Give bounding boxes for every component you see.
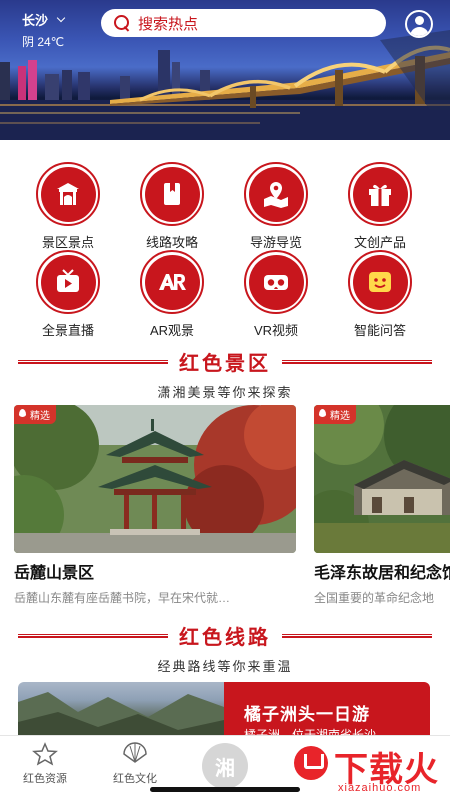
hero-banner: 长沙 阴 24℃ 搜索热点 — [0, 0, 450, 140]
category-label: AR观景 — [149, 323, 195, 338]
tab-label: 红色资源 — [23, 773, 67, 785]
user-avatar-icon[interactable] — [405, 10, 433, 38]
section-scenic-header: 红色景区 潇湘美景等你来探索 — [0, 347, 450, 401]
section-subtitle: 经典路线等你来重温 — [157, 659, 293, 674]
scenic-gate-icon — [57, 183, 79, 205]
location-weather[interactable]: 长沙 阴 24℃ — [22, 10, 66, 50]
category-ar[interactable]: AR观景 — [122, 250, 222, 339]
category-label: 景区景点 — [41, 235, 94, 250]
fan-icon — [123, 742, 147, 763]
guide-book-icon — [164, 183, 180, 205]
vr-goggles-icon — [264, 275, 288, 290]
title-divider — [18, 360, 168, 364]
download-icon — [294, 746, 328, 780]
watermark-logo: 下载火 xiazaihuo.com — [280, 738, 450, 800]
category-label: 全景直播 — [41, 323, 94, 338]
category-tour-guide[interactable]: 导游导览 — [226, 162, 326, 251]
tab-red-culture[interactable]: 红色文化 — [90, 736, 180, 786]
category-routes[interactable]: 线路攻略 — [122, 162, 222, 251]
map-pin-icon — [264, 182, 288, 208]
scenic-card[interactable]: 精选 毛泽东故居和纪念馆 全国重要的革命纪念地 — [314, 405, 450, 605]
section-routes-header: 红色线路 经典路线等你来重温 — [0, 621, 450, 675]
title-divider — [282, 360, 432, 364]
title-divider — [18, 634, 168, 638]
search-placeholder: 搜索热点 — [138, 15, 199, 33]
category-vr[interactable]: VR视频 — [226, 250, 326, 339]
city-label: 长沙 — [22, 13, 49, 28]
scenic-name: 毛泽东故居和纪念馆 — [314, 565, 450, 582]
category-label: 线路攻略 — [145, 235, 198, 250]
category-live[interactable]: 全景直播 — [18, 250, 118, 339]
watermark-url: xiazaihuo.com — [338, 782, 422, 794]
scenic-card[interactable]: 精选 岳麓山景区 岳麓山东麓有座岳麓书院，早在宋代就… — [14, 405, 296, 605]
gift-box-icon — [369, 184, 391, 206]
scenic-photo: 精选 — [14, 405, 296, 553]
category-scenic[interactable]: 景区景点 — [18, 162, 118, 251]
category-label: VR视频 — [253, 323, 299, 338]
scenic-desc: 岳麓山东麓有座岳麓书院，早在宋代就… — [14, 591, 231, 605]
live-tv-icon — [57, 269, 79, 292]
route-photo — [18, 682, 224, 742]
scenic-desc: 全国重要的革命纪念地 — [314, 591, 435, 605]
featured-badge: 精选 — [14, 405, 56, 424]
star-icon — [32, 742, 58, 766]
category-label: 文创产品 — [353, 235, 406, 250]
home-indicator — [150, 787, 300, 792]
city-selector[interactable]: 长沙 — [22, 10, 66, 29]
section-title: 红色景区 — [179, 353, 271, 375]
tab-home-center[interactable]: 湘 — [202, 743, 248, 789]
category-label: 智能问答 — [353, 323, 406, 338]
featured-badge: 精选 — [314, 405, 356, 424]
category-label: 导游导览 — [249, 235, 302, 250]
weather-label: 阴 24℃ — [22, 35, 65, 49]
robot-face-icon — [369, 272, 391, 292]
title-divider — [282, 634, 432, 638]
tab-red-resources[interactable]: 红色资源 — [0, 736, 90, 786]
scenic-name: 岳麓山景区 — [14, 565, 95, 582]
route-title: 橘子洲头一日游 — [244, 705, 370, 724]
ar-icon — [159, 274, 186, 290]
search-icon — [113, 14, 131, 32]
scenic-card-carousel[interactable]: 精选 岳麓山景区 岳麓山东麓有座岳麓书院，早在宋代就… 精选 毛泽东故居和纪念馆… — [0, 405, 450, 605]
scenic-photo: 精选 — [314, 405, 450, 553]
category-creative-products[interactable]: 文创产品 — [330, 162, 430, 251]
section-subtitle: 潇湘美景等你来探索 — [157, 385, 293, 400]
route-banner[interactable]: 橘子洲头一日游 橘子洲，位于湘南省长沙 — [18, 682, 430, 742]
search-bar[interactable]: 搜索热点 — [101, 9, 386, 37]
section-title: 红色线路 — [179, 627, 271, 649]
category-smart-qa[interactable]: 智能问答 — [330, 250, 430, 339]
tab-label: 红色文化 — [113, 773, 157, 785]
chevron-down-icon — [56, 13, 66, 22]
